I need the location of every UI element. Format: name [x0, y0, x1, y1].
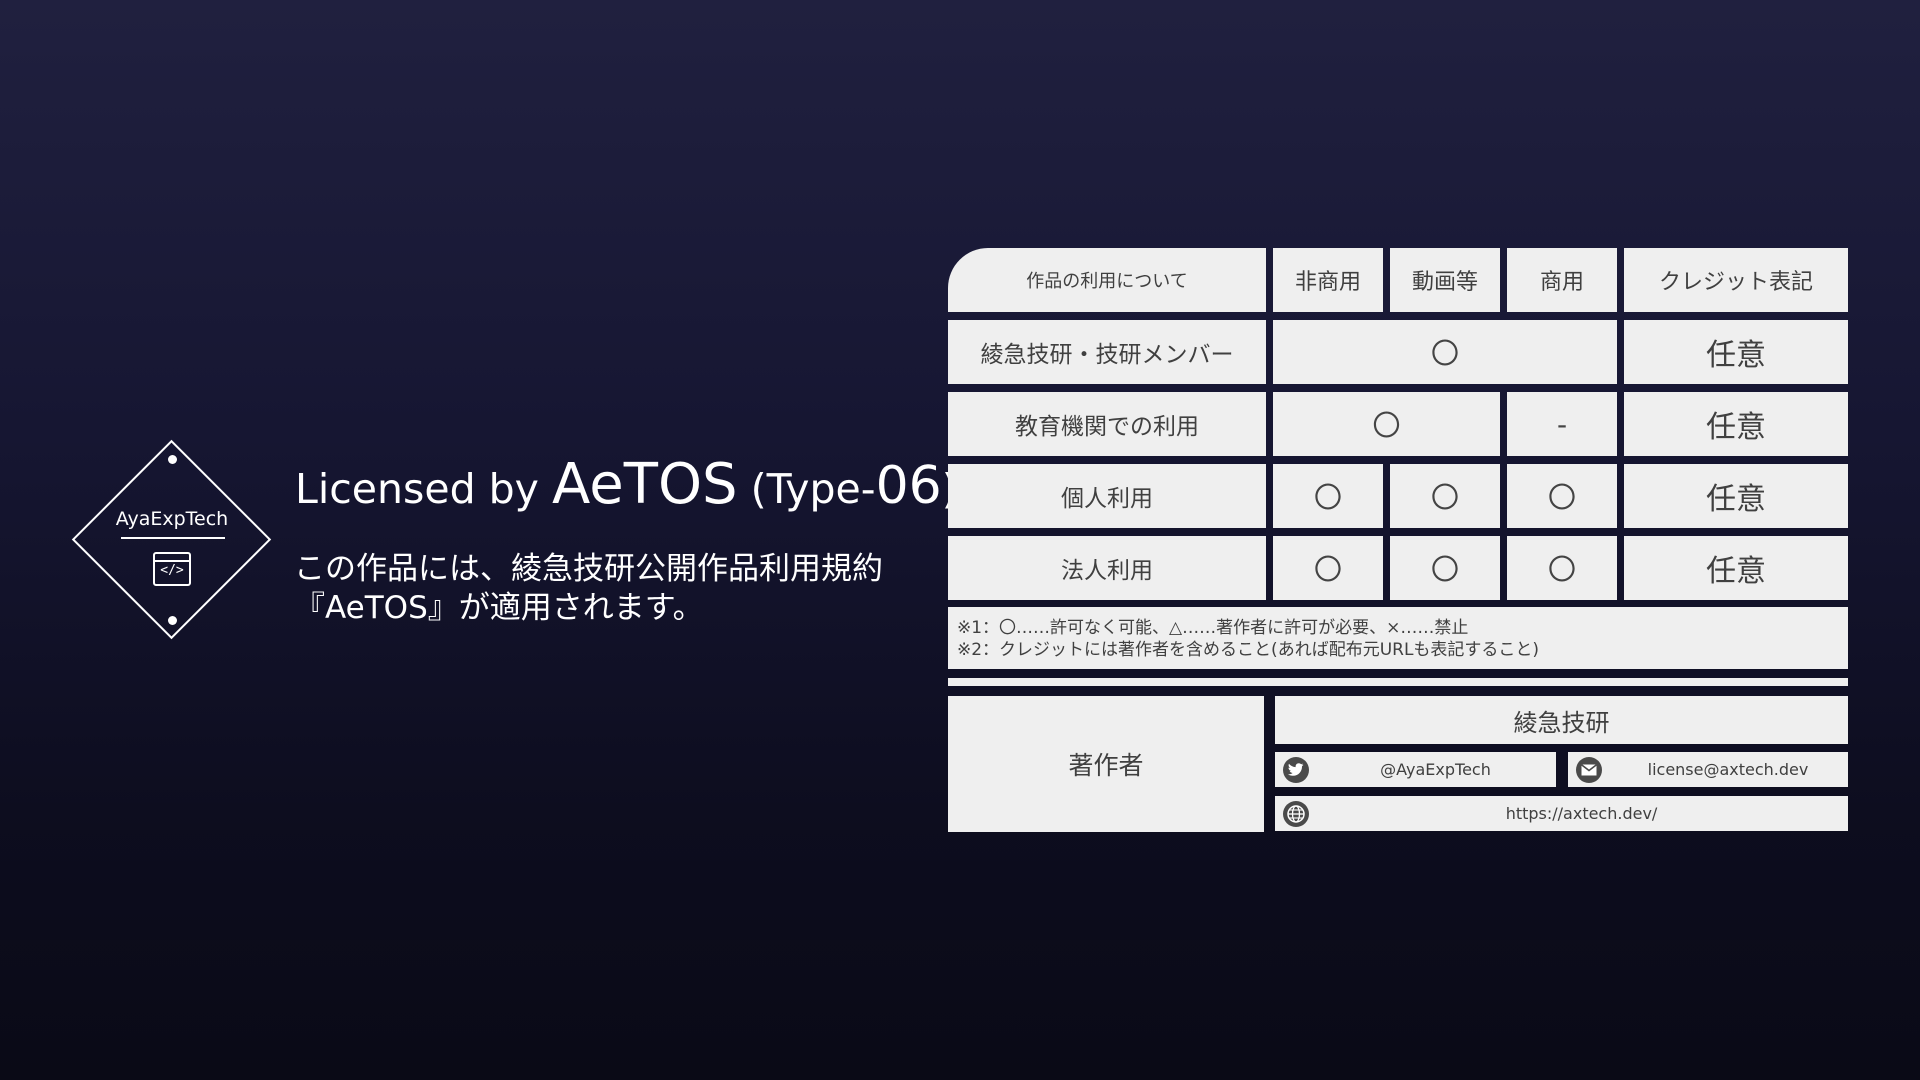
license-description: この作品には、綾急技研公開作品利用規約 『AeTOS』が適用されます。	[294, 550, 883, 628]
title-type-number: 06	[875, 456, 942, 516]
title-prefix: Licensed by	[295, 465, 552, 513]
title-brand: AeTOS	[551, 452, 738, 517]
email-contact[interactable]: license@axtech.dev	[1568, 752, 1848, 787]
title-type-open: (Type-	[737, 465, 876, 513]
row-education-mark: 〇	[1273, 392, 1500, 456]
author-name: 綾急技研	[1275, 696, 1848, 744]
badge-diamond-frame	[71, 439, 272, 640]
badge-name: AyaExpTech	[115, 508, 229, 530]
code-window-icon: </>	[153, 552, 191, 586]
header-credit: クレジット表記	[1624, 248, 1848, 312]
row-members-mark: 〇	[1273, 320, 1617, 384]
header-commercial: 商用	[1507, 248, 1617, 312]
description-line-1: この作品には、綾急技研公開作品利用規約	[294, 551, 883, 587]
row-corporate-noncommercial: 〇	[1273, 536, 1383, 600]
email-address: license@axtech.dev	[1647, 760, 1809, 779]
description-line-2: 『AeTOS』が適用されます。	[294, 590, 704, 626]
row-label-members: 綾急技研・技研メンバー	[948, 320, 1266, 384]
table-notes: ※1：〇……許可なく可能、△……著作者に許可が必要、×……禁止 ※2：クレジット…	[948, 607, 1848, 669]
row-corporate-video: 〇	[1390, 536, 1500, 600]
section-divider	[948, 678, 1848, 686]
row-personal-commercial: 〇	[1507, 464, 1617, 528]
row-members-credit: 任意	[1624, 320, 1848, 384]
twitter-contact[interactable]: @AyaExpTech	[1275, 752, 1556, 787]
author-label: 著作者	[948, 696, 1264, 832]
row-personal-video: 〇	[1390, 464, 1500, 528]
row-label-education: 教育機関での利用	[948, 392, 1266, 456]
badge-dot-top	[168, 455, 177, 464]
row-personal-noncommercial: 〇	[1273, 464, 1383, 528]
header-usage: 作品の利用について	[948, 248, 1266, 312]
row-label-personal: 個人利用	[948, 464, 1266, 528]
row-personal-credit: 任意	[1624, 464, 1848, 528]
mail-icon	[1576, 757, 1602, 783]
note-1: ※1：〇……許可なく可能、△……著作者に許可が必要、×……禁止	[957, 618, 1469, 638]
aetos-badge: AyaExpTech </>	[71, 439, 272, 640]
row-corporate-commercial: 〇	[1507, 536, 1617, 600]
header-video: 動画等	[1390, 248, 1500, 312]
note-2: ※2：クレジットには著作者を含めること(あれば配布元URLも表記すること)	[957, 640, 1540, 660]
code-symbol: </>	[160, 563, 184, 578]
globe-icon	[1283, 801, 1309, 827]
website-url: https://axtech.dev/	[1505, 804, 1658, 823]
badge-dot-bottom	[168, 616, 177, 625]
row-education-commercial: -	[1507, 392, 1617, 456]
website-contact[interactable]: https://axtech.dev/	[1275, 796, 1848, 831]
row-education-credit: 任意	[1624, 392, 1848, 456]
license-title: Licensed by AeTOS (Type-06)	[295, 452, 958, 517]
twitter-icon	[1283, 757, 1309, 783]
row-corporate-credit: 任意	[1624, 536, 1848, 600]
twitter-handle: @AyaExpTech	[1380, 760, 1491, 779]
badge-underline	[121, 537, 225, 539]
row-label-corporate: 法人利用	[948, 536, 1266, 600]
header-noncommercial: 非商用	[1273, 248, 1383, 312]
